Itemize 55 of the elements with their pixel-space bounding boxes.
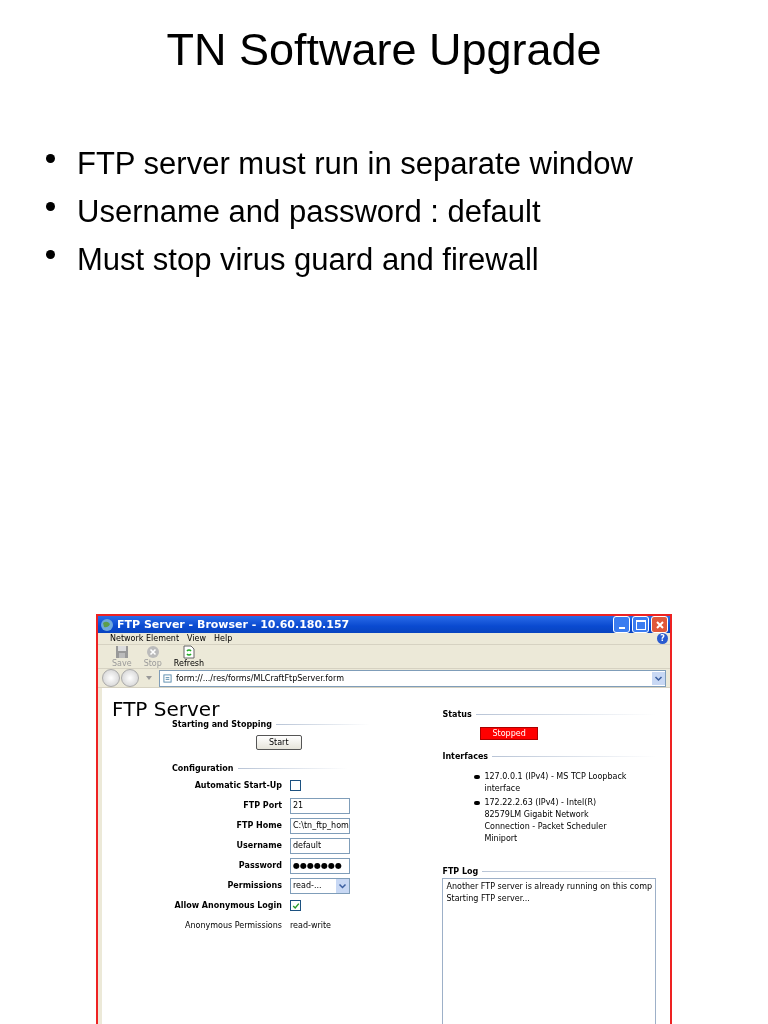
section-title: FTP Log [442, 867, 479, 876]
input-field[interactable]: C:\tn_ftp_hom [290, 817, 350, 834]
field-label: Allow Anonymous Login [173, 901, 282, 910]
maximize-button[interactable] [632, 616, 649, 633]
stop-icon [145, 645, 160, 659]
bullet-icon [46, 202, 55, 211]
section-title: Status [442, 710, 472, 719]
log-line: Another FTP server is already running on this comp [446, 881, 652, 893]
close-icon [654, 619, 665, 630]
field-label: Username [235, 841, 282, 850]
close-button[interactable] [651, 616, 668, 633]
toolbar-button[interactable]: Refresh [169, 645, 209, 668]
menu-item[interactable]: Help [214, 634, 233, 643]
bullet-text: FTP server must run in separate window [77, 145, 633, 183]
bullet-icon [46, 250, 55, 259]
caret-icon[interactable] [146, 676, 152, 680]
log-line: Starting FTP server... [446, 893, 531, 905]
bullet-text: Must stop virus guard and firewall [77, 241, 539, 279]
checkbox[interactable] [290, 780, 301, 791]
input-field[interactable]: ●●●●●●● [290, 857, 350, 874]
slide-title: TN Software Upgrade [166, 24, 602, 76]
section-title: Interfaces [442, 752, 489, 761]
help-button[interactable]: ? [657, 633, 668, 644]
form-heading: FTP Server [112, 698, 220, 720]
interface-text: 127.0.0.1 (IPv4) - MS TCP Loopback interface [484, 771, 628, 795]
bullet-icon [474, 801, 481, 805]
field-label: Automatic Start-Up [193, 781, 282, 790]
interface-text: 172.22.2.63 (IPv4) - Intel(R) 82579LM Gigabit Network Connection - Packet Scheduler Miniport [484, 797, 608, 845]
address-field[interactable]: form://.../res/forms/MLCraftFtpServer.form [159, 669, 666, 687]
page-icon [163, 673, 172, 683]
section-title: Configuration [172, 764, 234, 773]
forward-button[interactable] [121, 669, 139, 687]
menu-item[interactable]: Network Element [110, 634, 180, 643]
permissions-dropdown[interactable]: read-... [290, 877, 350, 894]
menu-item[interactable]: View [187, 634, 207, 643]
back-button[interactable] [102, 669, 120, 687]
field-label: FTP Port [242, 801, 282, 810]
input-field[interactable]: 21 [290, 797, 350, 814]
bullet-icon [46, 154, 55, 163]
start-button[interactable]: Start [256, 735, 302, 750]
refresh-icon [181, 645, 196, 659]
globe-icon [100, 617, 114, 632]
checkbox[interactable] [290, 900, 301, 911]
field-label: Permissions [226, 881, 282, 890]
field-label: FTP Home [235, 821, 282, 830]
input-field[interactable]: default [290, 837, 350, 854]
field-value: read-write [290, 921, 331, 930]
bullet-text: Username and password : default [77, 193, 541, 231]
field-label: Anonymous Permissions [183, 921, 282, 930]
minimize-button[interactable] [613, 616, 630, 633]
window-title: FTP Server - Browser - 10.60.180.157 [117, 618, 351, 631]
bullet-icon [474, 775, 481, 779]
status-badge: Stopped [480, 727, 538, 740]
field-label: Password [237, 861, 282, 870]
section-title: Starting and Stopping [172, 720, 272, 729]
